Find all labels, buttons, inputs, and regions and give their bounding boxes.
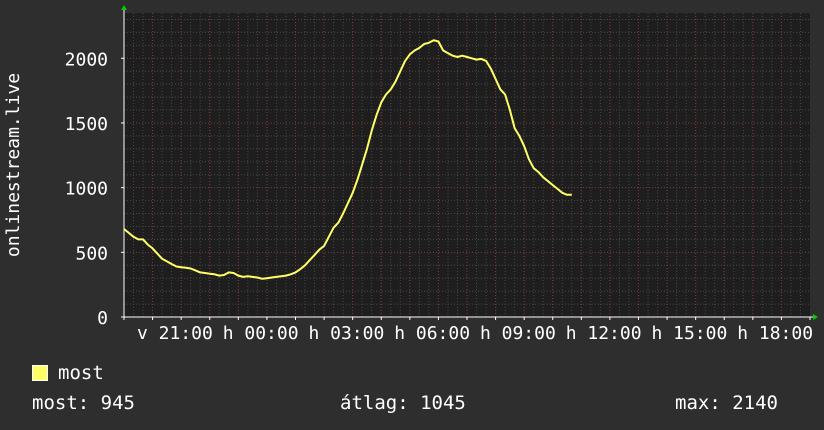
legend-swatch	[32, 365, 48, 381]
x-tick-label: h 06:00	[394, 323, 470, 344]
y-axis-label: onlinestream.live	[3, 73, 24, 257]
x-tick-label: h 15:00	[651, 323, 727, 344]
y-tick-label: 2000	[65, 49, 108, 70]
x-tick-labels: v 21:00 h 00:00 h 03:00 h 06:00 h 09:00 h 12:…	[137, 323, 813, 344]
y-tick-label: 1500	[65, 114, 108, 135]
y-tick-label: 1000	[65, 179, 108, 200]
y-axis-arrow	[121, 5, 127, 10]
x-tick-label: h 18:00	[737, 323, 813, 344]
line-chart: 0 500 1000 1500 2000 v 21:00 h 00:00 h 03:00 h …	[3, 5, 818, 344]
x-tick-label: h 09:00	[480, 323, 556, 344]
legend: most	[32, 362, 104, 384]
x-axis-arrow	[813, 314, 818, 320]
chart-container: 0 500 1000 1500 2000 v 21:00 h 00:00 h 03:00 h …	[0, 0, 824, 430]
x-tick-label: h 12:00	[566, 323, 642, 344]
stat-max: max: 2140	[675, 392, 778, 414]
stats-row: most: 945 átlag: 1045 max: 2140	[0, 392, 824, 416]
legend-label: most	[58, 362, 104, 384]
x-tick-label: h 03:00	[308, 323, 384, 344]
stat-average: átlag: 1045	[340, 392, 466, 414]
y-tick-label: 500	[75, 243, 108, 264]
y-tick-labels: 0 500 1000 1500 2000	[65, 49, 108, 329]
x-tick-label: h 00:00	[223, 323, 299, 344]
stat-current: most: 945	[32, 392, 135, 414]
y-tick-label: 0	[97, 308, 108, 329]
x-tick-label: v 21:00	[137, 323, 213, 344]
